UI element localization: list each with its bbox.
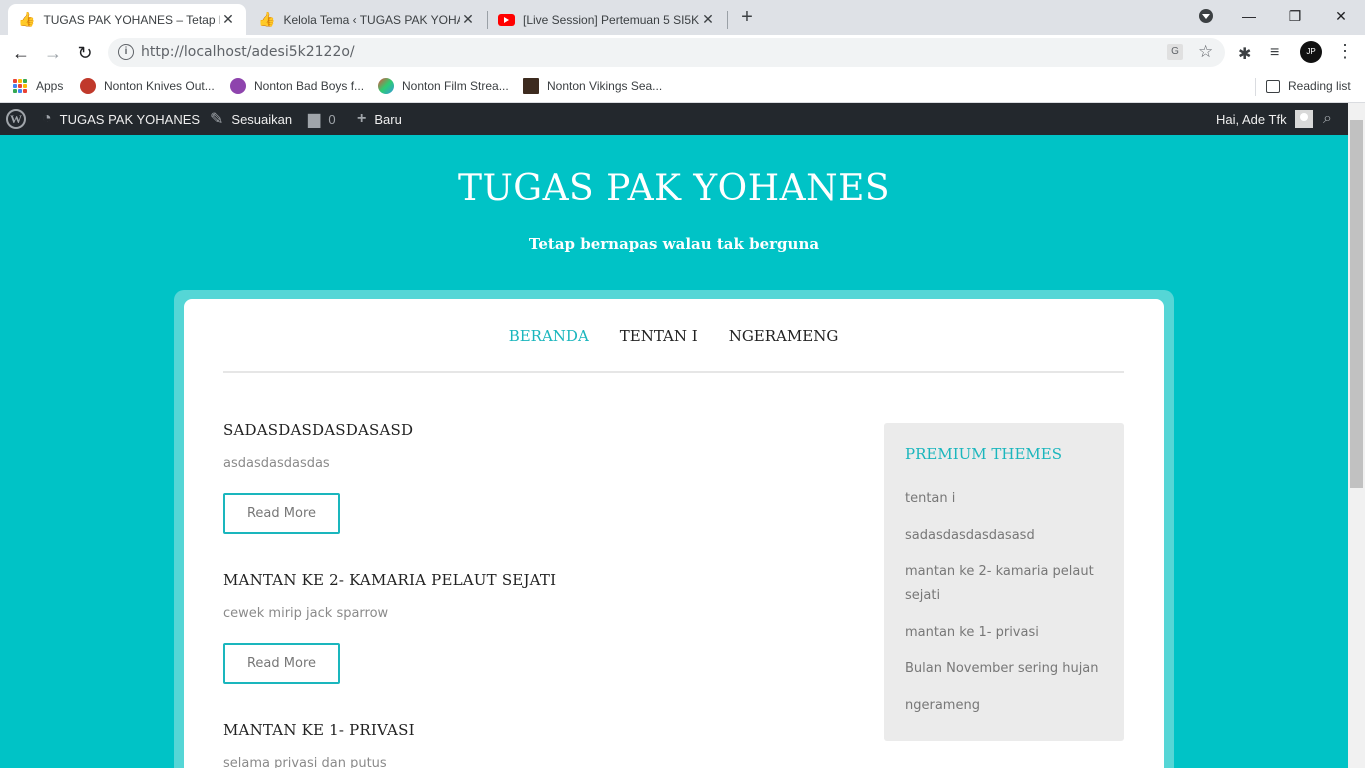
admin-search-icon[interactable]: ⌕ xyxy=(1323,103,1332,135)
admin-customize-label: Sesuaikan xyxy=(231,111,293,127)
post-excerpt: asdasdasdasdas xyxy=(223,456,330,471)
nav-item-ngerameng[interactable]: NGERAMENG xyxy=(729,327,839,345)
bookmark-knives-out[interactable]: Nonton Knives Out... xyxy=(80,76,215,96)
tab-title: TUGAS PAK YOHANES – Tetap bernapas walau… xyxy=(43,12,220,27)
widget-link[interactable]: sadasdasdasdasasd xyxy=(905,524,1105,548)
post-item: SADASDASDASDASASD asdasdasdasdas xyxy=(223,421,843,471)
main-navigation: BERANDA TENTAN I NGERAMENG xyxy=(223,327,1124,345)
url-text[interactable]: http://localhost/adesi5k2122o/ xyxy=(141,44,355,60)
admin-new[interactable]: + Baru xyxy=(357,103,402,135)
sidebar-widget: PREMIUM THEMES tentan i sadasdasdasdasas… xyxy=(884,423,1124,741)
tab-divider xyxy=(727,11,728,29)
comment-icon: ▆ xyxy=(308,111,321,128)
bookmark-star-icon[interactable]: ☆ xyxy=(1198,42,1213,62)
film-icon xyxy=(80,78,96,94)
close-tab-icon[interactable]: ✕ xyxy=(700,11,716,28)
scrollbar-thumb[interactable] xyxy=(1350,120,1363,488)
close-tab-icon[interactable]: ✕ xyxy=(220,11,236,28)
admin-site-name[interactable]: ◔ TUGAS PAK YOHANES xyxy=(42,103,200,135)
apps-grid-icon xyxy=(12,78,28,94)
comments-count: 0 xyxy=(328,111,336,127)
admin-account[interactable]: Hai, Ade Tfk xyxy=(1216,103,1313,135)
bookmarks-divider xyxy=(1255,78,1256,96)
bookmarks-bar: Apps Nonton Knives Out... Nonton Bad Boy… xyxy=(0,70,1365,103)
widget-link[interactable]: tentan i xyxy=(905,487,1105,511)
bookmark-bad-boys[interactable]: Nonton Bad Boys f... xyxy=(230,76,364,96)
plus-icon: + xyxy=(357,110,367,127)
flower-icon xyxy=(230,78,246,94)
profile-avatar[interactable]: JP xyxy=(1300,41,1322,63)
reload-button[interactable]: ↻ xyxy=(72,40,98,66)
new-tab-button[interactable]: + xyxy=(736,6,758,28)
restore-button[interactable]: ❐ xyxy=(1272,4,1318,28)
nav-item-beranda[interactable]: BERANDA xyxy=(509,327,589,345)
bookmark-label: Apps xyxy=(36,79,64,93)
widget-link[interactable]: ngerameng xyxy=(905,694,1105,718)
post-excerpt: cewek mirip jack sparrow xyxy=(223,606,389,621)
chrome-menu-icon[interactable]: ⋮ xyxy=(1336,41,1354,62)
nav-divider xyxy=(223,371,1124,373)
admin-customize[interactable]: ✎ Sesuaikan xyxy=(210,103,292,135)
address-bar[interactable]: i http://localhost/adesi5k2122o/ G ☆ xyxy=(108,38,1225,67)
read-more-button[interactable]: Read More xyxy=(223,493,340,534)
post-title[interactable]: MANTAN KE 1- PRIVASI xyxy=(223,721,843,739)
minimize-button[interactable]: — xyxy=(1226,4,1272,28)
admin-comments[interactable]: ▆ 0 xyxy=(308,103,336,135)
widget-link[interactable]: mantan ke 2- kamaria pelaut sejati xyxy=(905,560,1105,608)
bookmark-apps[interactable]: Apps xyxy=(12,76,63,96)
forward-button[interactable]: → xyxy=(40,40,66,66)
reading-list-label: Reading list xyxy=(1288,79,1351,93)
paintbrush-icon: ✎ xyxy=(210,111,224,128)
clapper-icon xyxy=(523,78,539,94)
post-excerpt: selama privasi dan putus xyxy=(223,756,387,768)
wordpress-logo-icon[interactable]: W xyxy=(6,109,26,129)
bookmark-film-streaming[interactable]: Nonton Film Strea... xyxy=(378,76,509,96)
widget-link[interactable]: mantan ke 1- privasi xyxy=(905,621,1105,645)
youtube-icon xyxy=(498,13,515,26)
thumbs-up-icon: 👍 xyxy=(258,11,276,27)
tab-title: Kelola Tema ‹ TUGAS PAK YOHANES — WordPr… xyxy=(283,12,460,27)
info-icon[interactable]: i xyxy=(118,44,134,60)
widget-list: tentan i sadasdasdasdasasd mantan ke 2- … xyxy=(905,487,1105,730)
post-title[interactable]: MANTAN KE 2- KAMARIA PELAUT SEJATI xyxy=(223,571,843,589)
admin-new-label: Baru xyxy=(374,111,402,127)
post-item: MANTAN KE 2- KAMARIA PELAUT SEJATI cewek… xyxy=(223,571,843,621)
admin-site-name-label: TUGAS PAK YOHANES xyxy=(59,111,201,127)
tab-search-icon[interactable] xyxy=(1199,9,1213,23)
admin-greeting: Hai, Ade Tfk xyxy=(1216,111,1287,127)
extensions-icon[interactable]: ✱ xyxy=(1238,44,1251,64)
palette-icon xyxy=(378,78,394,94)
close-window-button[interactable]: ✕ xyxy=(1318,4,1364,28)
widget-link[interactable]: Bulan November sering hujan xyxy=(905,657,1105,681)
tab-kelola-tema[interactable]: 👍 Kelola Tema ‹ TUGAS PAK YOHANES — Word… xyxy=(248,4,486,35)
user-avatar xyxy=(1294,110,1313,128)
browser-tab-strip: 👍 TUGAS PAK YOHANES – Tetap bernapas wal… xyxy=(0,0,1365,35)
tab-tugas-pak-yohanes[interactable]: 👍 TUGAS PAK YOHANES – Tetap bernapas wal… xyxy=(8,4,246,35)
reading-list-button[interactable]: Reading list xyxy=(1266,76,1351,96)
browser-toolbar: ← → ↻ i http://localhost/adesi5k2122o/ G… xyxy=(0,35,1365,70)
tab-live-session[interactable]: [Live Session] Pertemuan 5 SI5K - YouTub… xyxy=(488,4,726,35)
bookmark-vikings[interactable]: Nonton Vikings Sea... xyxy=(523,76,662,96)
dashboard-icon: ◔ xyxy=(42,110,52,127)
tab-title: [Live Session] Pertemuan 5 SI5K - YouTub… xyxy=(523,12,700,27)
widget-title: PREMIUM THEMES xyxy=(905,445,1063,463)
site-title[interactable]: TUGAS PAK YOHANES xyxy=(0,168,1348,209)
read-more-button[interactable]: Read More xyxy=(223,643,340,684)
post-item: MANTAN KE 1- PRIVASI selama privasi dan … xyxy=(223,721,843,768)
close-tab-icon[interactable]: ✕ xyxy=(460,11,476,28)
wp-admin-bar: W ◔ TUGAS PAK YOHANES ✎ Sesuaikan ▆ 0 + … xyxy=(0,103,1365,135)
site-description: Tetap bernapas walau tak berguna xyxy=(528,235,820,253)
bookmark-label: Nonton Knives Out... xyxy=(104,79,215,93)
post-title[interactable]: SADASDASDASDASASD xyxy=(223,421,843,439)
media-control-icon[interactable]: ≡ xyxy=(1270,44,1279,62)
nav-item-tentan-i[interactable]: TENTAN I xyxy=(620,327,698,345)
bookmark-label: Nonton Film Strea... xyxy=(402,79,509,93)
bookmark-label: Nonton Vikings Sea... xyxy=(547,79,663,93)
thumbs-up-icon: 👍 xyxy=(18,11,36,27)
reading-list-icon xyxy=(1266,79,1280,93)
back-button[interactable]: ← xyxy=(8,40,34,66)
translate-icon[interactable]: G xyxy=(1167,44,1183,60)
bookmark-label: Nonton Bad Boys f... xyxy=(254,79,365,93)
